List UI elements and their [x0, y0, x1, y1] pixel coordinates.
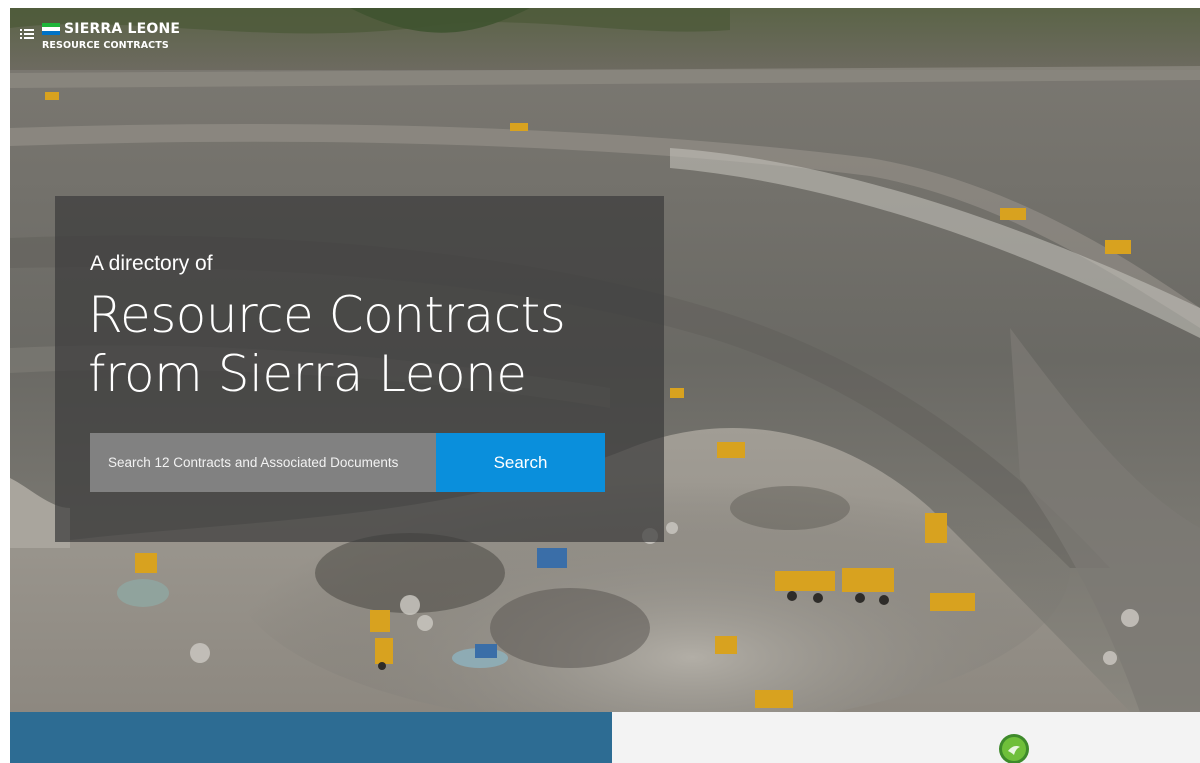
brand-subtitle: RESOURCE CONTRACTS	[42, 40, 169, 51]
search-input[interactable]	[90, 433, 436, 492]
page: SIERRA LEONE RESOURCE CONTRACTS A direct…	[10, 8, 1200, 763]
hero-section: SIERRA LEONE RESOURCE CONTRACTS A direct…	[10, 8, 1200, 712]
brand-title: SIERRA LEONE	[64, 21, 181, 37]
hero-title: Resource Contracts from Sierra Leone	[88, 286, 566, 403]
sierra-leone-flag-icon	[42, 23, 60, 35]
brand-title-row: SIERRA LEONE	[42, 22, 180, 36]
hero-intro: A directory of	[90, 252, 213, 275]
menu-icon[interactable]	[20, 28, 34, 40]
globe-icon	[999, 734, 1029, 763]
search-form: Search	[90, 433, 605, 492]
bottom-panel-right	[612, 712, 1200, 763]
bottom-panel-left	[10, 712, 612, 763]
hero-card: A directory of Resource Contracts from S…	[55, 196, 664, 542]
brand[interactable]: SIERRA LEONE RESOURCE CONTRACTS	[20, 22, 180, 51]
brand-text[interactable]: SIERRA LEONE RESOURCE CONTRACTS	[42, 22, 180, 51]
search-button[interactable]: Search	[436, 433, 605, 492]
